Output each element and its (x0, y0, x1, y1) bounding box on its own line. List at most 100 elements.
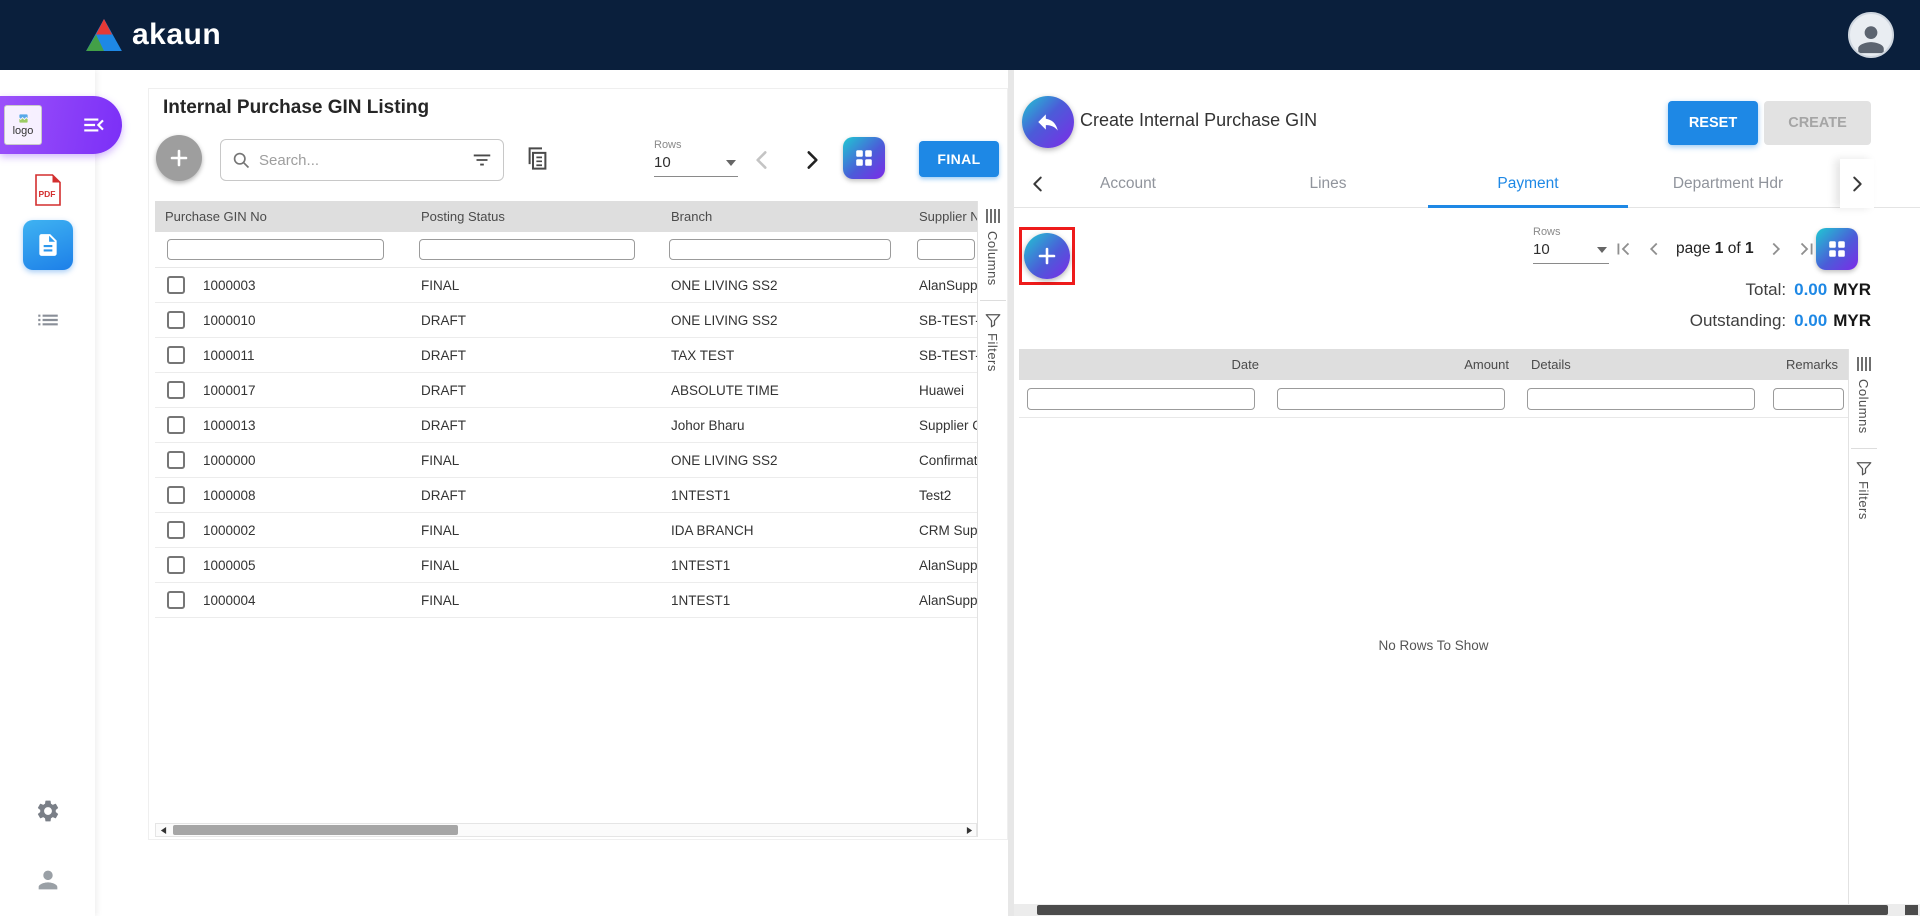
menu-toggle-icon[interactable] (81, 112, 107, 138)
filter-input-gin-no[interactable] (167, 239, 384, 260)
column-header[interactable]: Remarks (1769, 357, 1848, 372)
filter-input-remarks[interactable] (1773, 388, 1844, 410)
column-header[interactable]: Posting Status (411, 209, 661, 224)
columns-rail-button[interactable]: Columns (985, 231, 1000, 286)
row-checkbox[interactable] (167, 276, 185, 294)
brand-logo[interactable]: akaun (86, 18, 221, 52)
filters-rail-button[interactable]: Filters (1856, 481, 1871, 520)
column-header[interactable]: Supplier N (909, 209, 977, 224)
akaun-logo-icon (86, 19, 122, 51)
back-button[interactable] (1022, 96, 1074, 148)
plus-icon (1035, 244, 1059, 268)
scrollbar-corner (1905, 905, 1918, 915)
sidebar: logo PDF (0, 70, 95, 916)
row-checkbox[interactable] (167, 346, 185, 364)
sidebar-profile[interactable] (0, 866, 95, 894)
horizontal-scrollbar[interactable] (155, 823, 977, 837)
scroll-left-icon[interactable] (156, 824, 170, 836)
table-row[interactable]: 1000003 FINAL ONE LIVING SS2 AlanSupp (155, 268, 977, 303)
sidebar-settings[interactable] (0, 798, 95, 824)
reset-button[interactable]: RESET (1668, 101, 1758, 145)
column-header[interactable]: Amount (1269, 357, 1519, 372)
row-checkbox[interactable] (167, 311, 185, 329)
column-header[interactable]: Details (1519, 357, 1769, 372)
filter-list-icon[interactable] (471, 149, 493, 171)
table-row[interactable]: 1000000 FINAL ONE LIVING SS2 Confirmat (155, 443, 977, 478)
column-header[interactable]: Date (1019, 357, 1269, 372)
table-row[interactable]: 1000004 FINAL 1NTEST1 AlanSupp (155, 583, 977, 618)
first-page-icon[interactable] (1612, 238, 1634, 260)
table-row[interactable]: 1000013 DRAFT Johor Bharu Supplier C (155, 408, 977, 443)
row-checkbox[interactable] (167, 381, 185, 399)
tab-payment[interactable]: Payment (1428, 159, 1628, 208)
apps-grid-button[interactable] (1816, 228, 1858, 270)
next-page-icon[interactable] (1765, 238, 1787, 260)
sidebar-item-pdf[interactable]: PDF (0, 174, 95, 206)
row-checkbox[interactable] (167, 451, 185, 469)
gear-icon (35, 798, 61, 824)
next-page-icon[interactable] (799, 147, 825, 173)
pdf-icon: PDF (34, 174, 62, 206)
apps-grid-button[interactable] (843, 137, 885, 179)
column-header[interactable]: Purchase GIN No (155, 209, 411, 224)
filters-rail-button[interactable]: Filters (985, 333, 1000, 372)
empty-table-message: No Rows To Show (1019, 638, 1848, 653)
cell-posting-status: DRAFT (411, 313, 661, 328)
add-payment-button[interactable] (1024, 233, 1070, 279)
final-filter-button[interactable]: FINAL (919, 141, 999, 177)
row-checkbox[interactable] (167, 486, 185, 504)
listing-title: Internal Purchase GIN Listing (163, 97, 429, 119)
create-gin-panel: Create Internal Purchase GIN RESET CREAT… (1014, 70, 1920, 916)
columns-rail-button[interactable]: Columns (1856, 379, 1871, 434)
table-row[interactable]: 1000011 DRAFT TAX TEST SB-TEST-S (155, 338, 977, 373)
filter-input-posting-status[interactable] (419, 239, 635, 260)
user-avatar[interactable] (1848, 12, 1894, 58)
row-checkbox[interactable] (167, 556, 185, 574)
svg-text:PDF: PDF (38, 189, 55, 199)
cell-branch: ONE LIVING SS2 (661, 453, 909, 468)
rows-per-page-select[interactable]: Rows 10 (654, 139, 738, 177)
scrollbar-thumb[interactable] (173, 825, 458, 835)
cell-gin-no: 1000013 (203, 418, 256, 433)
last-page-icon[interactable] (1796, 238, 1818, 260)
filter-input-supplier[interactable] (917, 239, 975, 260)
table-row[interactable]: 1000008 DRAFT 1NTEST1 Test2 (155, 478, 977, 513)
table-row[interactable]: 1000010 DRAFT ONE LIVING SS2 SB-TEST-S (155, 303, 977, 338)
prev-page-icon[interactable] (749, 147, 775, 173)
duplicate-icon[interactable] (524, 145, 551, 172)
column-header[interactable]: Branch (661, 209, 909, 224)
filter-input-date[interactable] (1027, 388, 1255, 410)
horizontal-scrollbar[interactable] (1014, 904, 1920, 916)
cell-branch: TAX TEST (661, 348, 909, 363)
sidebar-item-documents[interactable] (0, 220, 95, 270)
row-checkbox[interactable] (167, 591, 185, 609)
tab-department-hdr[interactable]: Department Hdr (1628, 159, 1828, 208)
sidebar-item-list[interactable] (0, 307, 95, 333)
table-row[interactable]: 1000002 FINAL IDA BRANCH CRM Supp (155, 513, 977, 548)
tab-account[interactable]: Account (1028, 159, 1228, 208)
search-input[interactable] (259, 152, 463, 169)
prev-page-icon[interactable] (1643, 238, 1665, 260)
row-checkbox[interactable] (167, 521, 185, 539)
gin-table-body: 1000003 FINAL ONE LIVING SS2 AlanSupp 10… (155, 268, 977, 618)
create-button[interactable]: CREATE (1764, 101, 1871, 145)
tabs-scroll-right-icon[interactable] (1840, 159, 1874, 208)
tab-lines[interactable]: Lines (1228, 159, 1428, 208)
scroll-right-icon[interactable] (962, 824, 976, 836)
cell-gin-no: 1000004 (203, 593, 256, 608)
cell-supplier: CRM Supp (909, 523, 977, 538)
row-checkbox[interactable] (167, 416, 185, 434)
scrollbar-thumb[interactable] (1037, 905, 1888, 915)
document-tile-icon (23, 220, 73, 270)
rows-per-page-select[interactable]: Rows 10 (1533, 226, 1609, 264)
cell-supplier: AlanSupp (909, 593, 977, 608)
cell-branch: ABSOLUTE TIME (661, 383, 909, 398)
filter-input-branch[interactable] (669, 239, 891, 260)
cell-branch: IDA BRANCH (661, 523, 909, 538)
outstanding-line: Outstanding:0.00MYR (1690, 311, 1871, 331)
add-gin-button[interactable] (156, 135, 202, 181)
table-row[interactable]: 1000017 DRAFT ABSOLUTE TIME Huawei (155, 373, 977, 408)
table-row[interactable]: 1000005 FINAL 1NTEST1 AlanSupp (155, 548, 977, 583)
filter-input-details[interactable] (1527, 388, 1755, 410)
filter-input-amount[interactable] (1277, 388, 1505, 410)
